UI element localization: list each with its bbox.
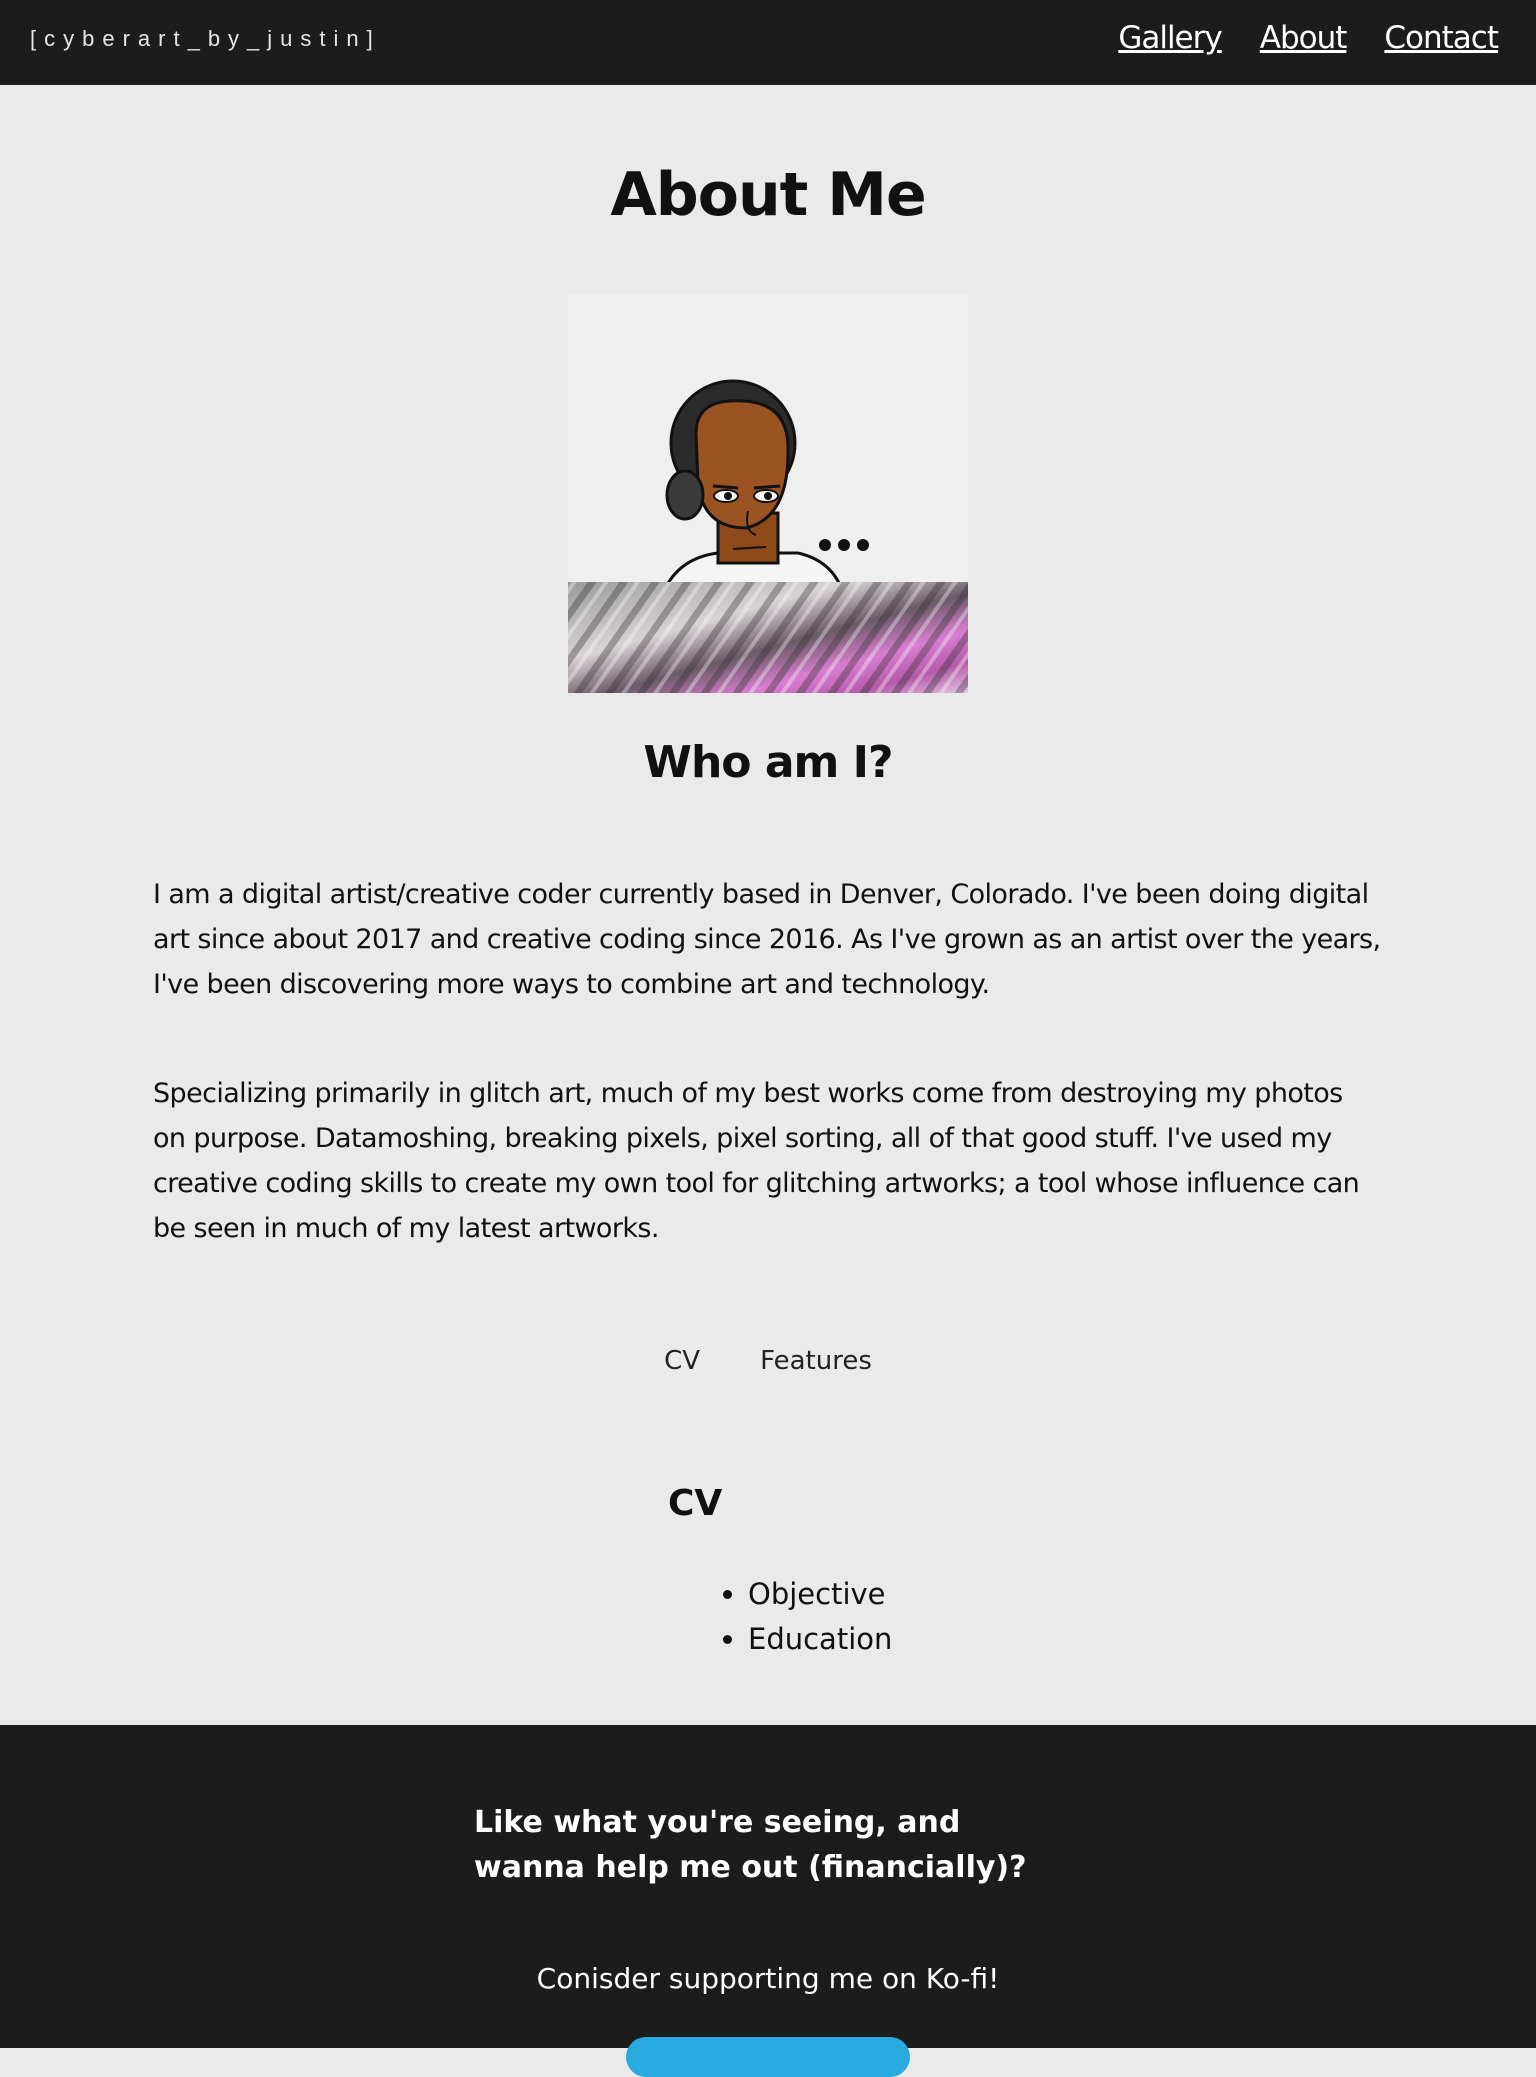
footer: Like what you're seeing, and wanna help … <box>0 1725 1536 2077</box>
bitmoji-avatar-icon <box>568 293 968 693</box>
cv-heading: CV <box>668 1483 723 1524</box>
bio-paragraph-1: I am a digital artist/creative coder cur… <box>153 879 1381 1000</box>
tab-features[interactable]: Features <box>760 1346 872 1376</box>
tab-bar: CV Features <box>0 1346 1536 1376</box>
main-nav: Gallery About Contact <box>1118 20 1499 56</box>
top-navbar: [cyberart_by_justin] Gallery About Conta… <box>0 0 1536 85</box>
site-logo[interactable]: [cyberart_by_justin] <box>30 26 381 52</box>
support-prompt: Like what you're seeing, and wanna help … <box>474 1805 1027 1885</box>
nav-link-about[interactable]: About <box>1260 20 1348 56</box>
tab-cv[interactable]: CV <box>664 1346 700 1376</box>
cv-list: Objective Education <box>716 1572 892 1662</box>
section-title-who: Who am I? <box>643 737 893 788</box>
nav-link-contact[interactable]: Contact <box>1384 20 1499 56</box>
avatar <box>568 293 968 693</box>
nav-link-gallery[interactable]: Gallery <box>1118 20 1222 56</box>
page-title: About Me <box>610 160 926 230</box>
bio-paragraph-2: Specializing primarily in glitch art, mu… <box>153 1078 1360 1244</box>
kofi-button[interactable] <box>626 2037 910 2077</box>
cv-item-objective[interactable]: Objective <box>748 1572 892 1617</box>
support-text: Conisder supporting me on Ko-fi! <box>536 1962 1000 1995</box>
cv-item-education[interactable]: Education <box>748 1617 892 1662</box>
